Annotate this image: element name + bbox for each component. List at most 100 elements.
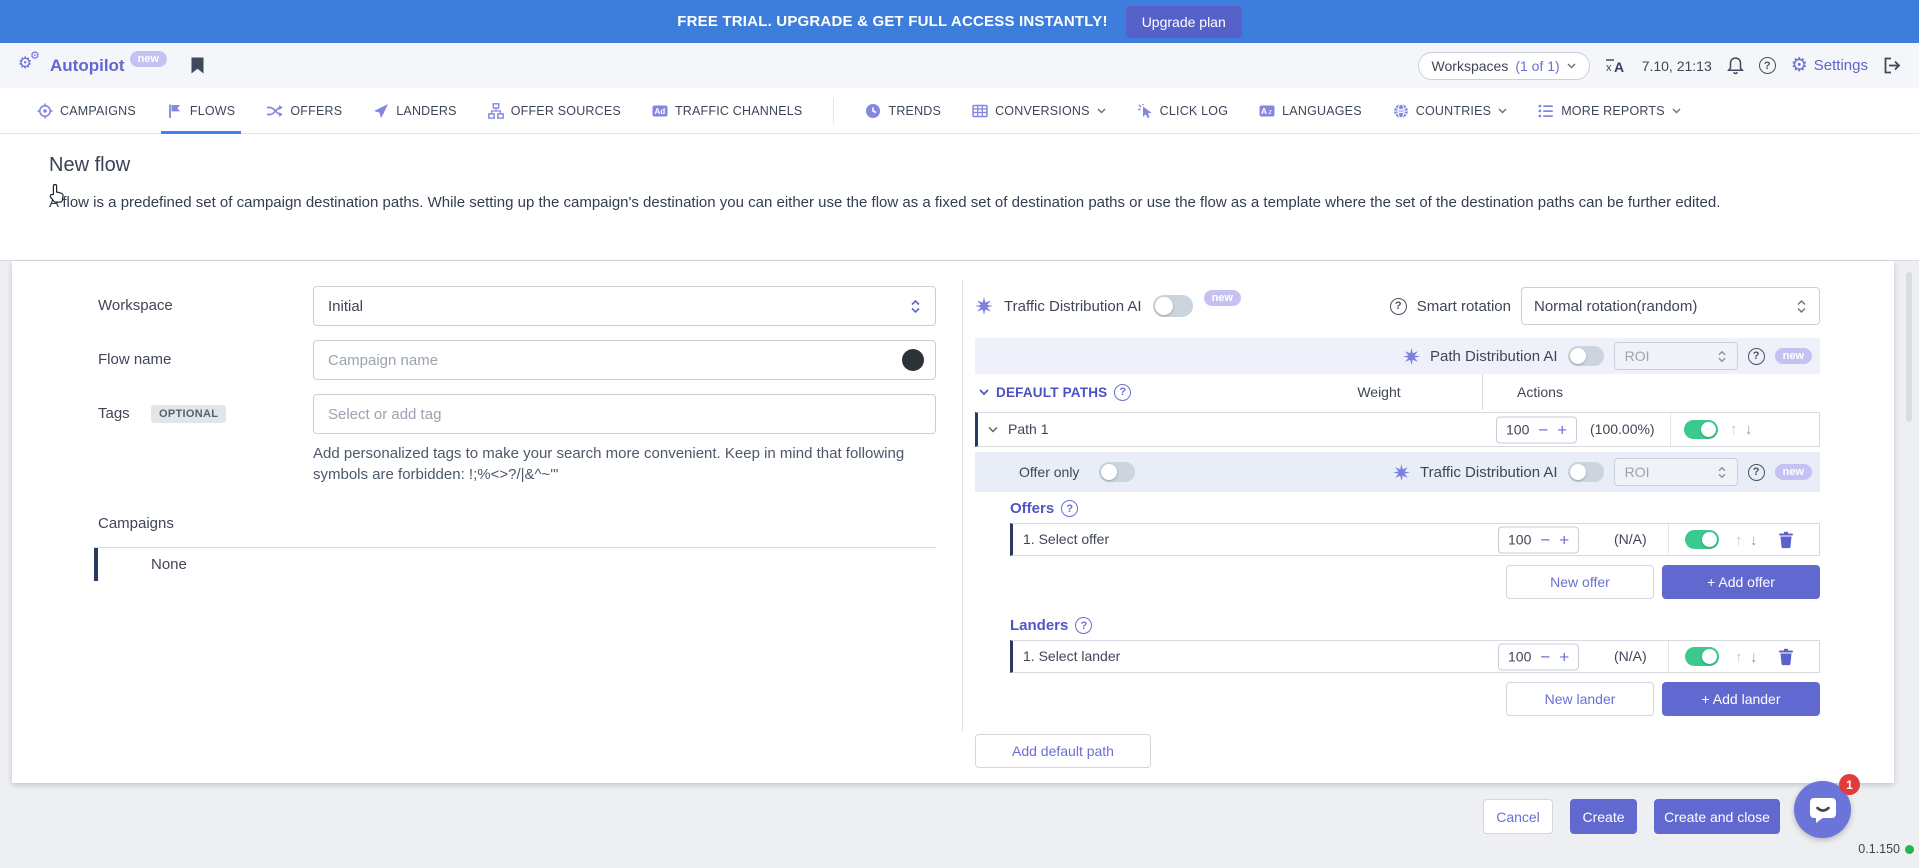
add-default-path-button[interactable]: Add default path [975,734,1151,768]
nav-item-more-reports[interactable]: MORE REPORTS [1538,88,1681,133]
nav-item-click-log[interactable]: CLICK LOG [1137,88,1229,133]
add-offer-button[interactable]: + Add offer [1662,565,1820,599]
roi-select[interactable]: ROI [1614,458,1738,486]
trial-banner-message: FREE TRIAL. UPGRADE & GET FULL ACCESS IN… [677,13,1107,30]
create-button[interactable]: Create [1570,799,1637,834]
vertical-divider [962,281,963,731]
nav-item-campaigns[interactable]: CAMPAIGNS [37,88,136,133]
move-down-icon[interactable]: ↓ [1745,413,1753,446]
path-weight-value: 100 [1506,422,1529,438]
minus-icon[interactable]: − [1540,648,1550,665]
ai-brain-icon [975,297,993,315]
path-distribution-ai-row: Path Distribution AI ROI ? new [975,338,1820,374]
logout-icon[interactable] [1883,57,1901,74]
lander-weight-stepper[interactable]: 100 − + [1498,643,1579,670]
nav-item-offers[interactable]: OFFERS [266,88,342,133]
flow-color-dot[interactable] [902,349,924,371]
plus-icon[interactable]: + [1557,421,1567,438]
cell-divider [1668,641,1669,672]
offer-only-toggle[interactable] [1099,462,1135,482]
path-traffic-ai-toggle[interactable] [1568,462,1604,482]
path-name: Path 1 [1008,413,1048,446]
nav-item-landers[interactable]: LANDERS [373,88,456,133]
offer-select-label[interactable]: 1. Select offer [1023,524,1109,555]
tags-label: Tags [98,394,130,434]
move-down-icon[interactable]: ↓ [1750,641,1758,674]
scrollbar[interactable] [1906,266,1912,771]
create-and-close-button[interactable]: Create and close [1654,799,1780,834]
autopilot-link[interactable]: Autopilot [50,56,125,76]
plus-icon[interactable]: + [1559,648,1569,665]
minus-icon[interactable]: − [1538,421,1548,438]
path-ai-help-icon[interactable]: ? [1748,348,1765,365]
plus-icon[interactable]: + [1559,531,1569,548]
minus-icon[interactable]: − [1540,531,1550,548]
settings-gear-icon[interactable]: ⚙ [1791,56,1808,75]
add-lander-button[interactable]: + Add lander [1662,682,1820,716]
lander-select-label[interactable]: 1. Select lander [1023,641,1120,672]
nav-item-conversions[interactable]: CONVERSIONS [972,88,1106,133]
chat-unread-badge: 1 [1839,774,1860,795]
nav-item-trends[interactable]: TRENDS [865,88,941,133]
autopilot-gears-icon[interactable]: ⚙⚙ [18,54,42,78]
new-offer-button[interactable]: New offer [1506,565,1654,599]
nav-item-offer-sources[interactable]: OFFER SOURCES [488,88,621,133]
flow-name-input[interactable] [313,340,936,380]
tags-input[interactable] [313,394,936,434]
svg-text:A: A [1261,106,1267,116]
roi-select[interactable]: ROI [1614,342,1738,370]
landers-help-icon[interactable]: ? [1075,617,1092,634]
workspace-select[interactable]: Initial [313,286,936,326]
delete-lander-icon[interactable] [1779,648,1793,666]
new-badge: new [1204,290,1241,306]
svg-text:z: z [1269,109,1273,116]
default-paths-help-icon[interactable]: ? [1114,384,1131,401]
translate-icon[interactable]: x A [1605,56,1627,76]
help-icon[interactable]: ? [1759,57,1776,74]
move-up-icon[interactable]: ↑ [1730,413,1738,446]
path-enabled-toggle[interactable] [1684,420,1718,439]
new-flow-form-card: Workspace Initial Flow name Tags OPTIONA… [12,261,1894,783]
delete-offer-icon[interactable] [1779,531,1793,549]
nav-label: TRAFFIC CHANNELS [675,104,803,118]
smart-rotation-help-icon[interactable]: ? [1390,298,1407,315]
new-lander-button[interactable]: New lander [1506,682,1654,716]
nav-item-languages[interactable]: A z LANGUAGES [1259,88,1362,133]
notifications-bell-icon[interactable] [1727,56,1744,75]
nav-item-flows[interactable]: FLOWS [167,88,235,133]
chevron-down-icon [1567,63,1576,69]
scrollbar-thumb[interactable] [1906,272,1912,422]
offer-enabled-toggle[interactable] [1685,530,1719,549]
smart-rotation-row: ? Smart rotation Normal rotation(random) [1390,286,1820,326]
cancel-button[interactable]: Cancel [1483,799,1553,834]
nav-label: OFFER SOURCES [511,104,621,118]
path-ai-toggle[interactable] [1568,346,1604,366]
smart-rotation-label: Smart rotation [1417,298,1511,315]
click-cursor-icon [1137,103,1153,119]
traffic-ai-toggle[interactable] [1153,295,1193,317]
move-down-icon[interactable]: ↓ [1750,524,1758,557]
lander-weight-value: 100 [1508,649,1531,665]
svg-text:A: A [1614,59,1624,75]
clock-icon [865,103,881,119]
settings-link[interactable]: Settings [1814,57,1868,74]
bookmark-icon[interactable] [191,57,204,74]
workspaces-selector[interactable]: Workspaces (1 of 1) [1418,52,1590,80]
path-weight-stepper[interactable]: 100 − + [1496,416,1577,443]
offers-help-icon[interactable]: ? [1061,500,1078,517]
path-collapse-chevron[interactable] [988,426,998,433]
header-right: Workspaces (1 of 1) x A 7.10, 21:13 ? ⚙ … [1418,52,1901,80]
offer-weight-stepper[interactable]: 100 − + [1498,526,1579,553]
traffic-distribution-ai-row: Traffic Distribution AI new [975,286,1241,326]
traffic-ai-help-icon[interactable]: ? [1748,464,1765,481]
move-up-icon[interactable]: ↑ [1735,641,1743,674]
move-up-icon[interactable]: ↑ [1735,524,1743,557]
nav-item-countries[interactable]: COUNTRIES [1393,88,1507,133]
smart-rotation-select[interactable]: Normal rotation(random) [1521,287,1820,325]
nav-label: COUNTRIES [1416,104,1491,118]
lander-enabled-toggle[interactable] [1685,647,1719,666]
chevron-down-icon [1498,108,1507,114]
upgrade-plan-button[interactable]: Upgrade plan [1126,6,1242,38]
nav-item-traffic-channels[interactable]: Ad TRAFFIC CHANNELS [652,88,803,133]
default-paths-toggle[interactable]: DEFAULT PATHS ? [979,374,1131,410]
